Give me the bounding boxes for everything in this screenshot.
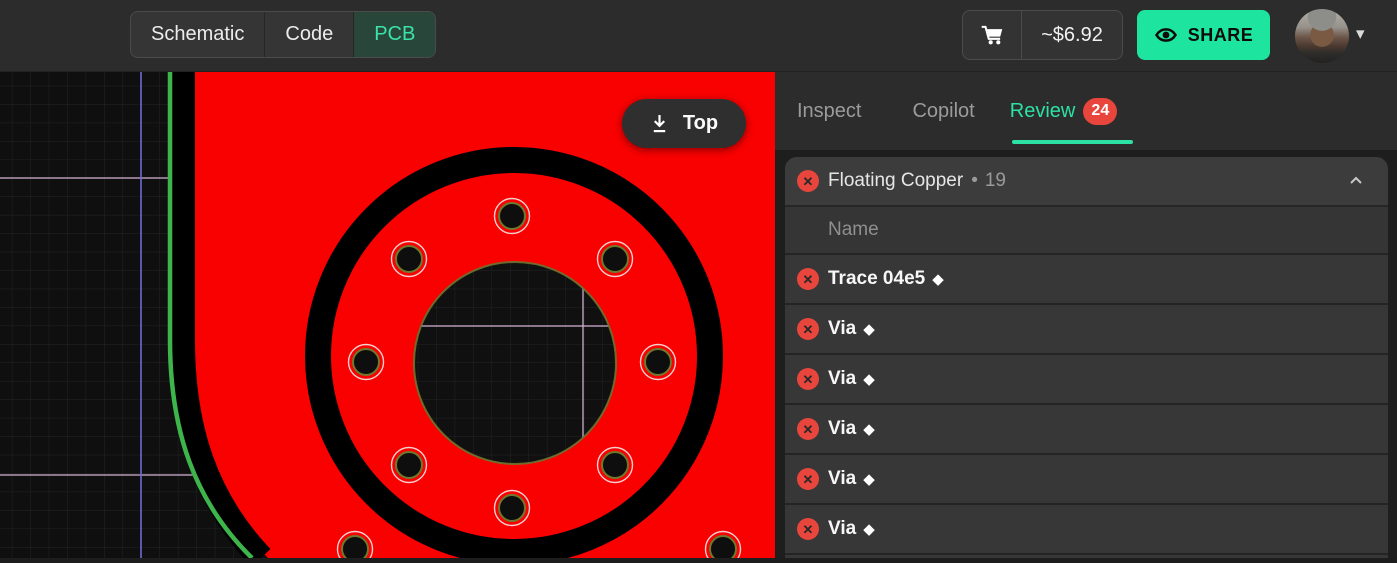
issue-row-label: Trace 04e5 (828, 268, 925, 290)
tab-copilot[interactable]: Copilot (912, 100, 974, 123)
diamond-icon: ◆ (863, 420, 875, 438)
tab-pcb[interactable]: PCB (353, 12, 435, 57)
issue-row-via[interactable]: ✕ Via ◆ (785, 503, 1388, 553)
layer-button-label: Top (683, 112, 718, 135)
panel-tab-bar: Inspect Copilot Review 24 (775, 72, 1397, 150)
via (641, 345, 676, 380)
via (495, 199, 530, 234)
issue-group-header[interactable]: ✕ Floating Copper • 19 (785, 157, 1388, 205)
diamond-icon: ◆ (932, 270, 944, 288)
issue-row-via[interactable]: ✕ Via ◆ (785, 453, 1388, 503)
tab-inspect[interactable]: Inspect (797, 100, 861, 123)
caret-down-icon[interactable]: ▾ (1356, 24, 1365, 44)
error-icon: ✕ (797, 170, 819, 192)
issue-row-label: Via (828, 368, 856, 390)
issue-row-via[interactable]: ✕ Via ◆ (785, 403, 1388, 453)
issue-row-via[interactable]: ✕ Via ◆ (785, 303, 1388, 353)
tab-review-label: Review (1010, 100, 1076, 123)
cart-price-group[interactable]: ~$6.92 (962, 10, 1123, 60)
chevron-up-icon[interactable] (1348, 173, 1364, 189)
issue-group-title: Floating Copper (828, 170, 963, 192)
layer-select-button[interactable]: Top (622, 99, 746, 148)
estimated-price: ~$6.92 (1022, 11, 1122, 59)
eye-icon (1154, 23, 1178, 47)
issue-row-via[interactable]: ✕ Via ◆ (785, 553, 1388, 558)
tab-schematic[interactable]: Schematic (131, 12, 264, 57)
review-issue-card: ✕ Floating Copper • 19 Name ✕ Trace 04e5… (785, 157, 1388, 558)
error-icon: ✕ (797, 268, 819, 290)
cart-button[interactable] (963, 11, 1022, 59)
error-icon: ✕ (797, 418, 819, 440)
via (349, 345, 384, 380)
issue-row-label: Via (828, 318, 856, 340)
issue-row-label: Via (828, 518, 856, 540)
top-bar: Schematic Code PCB ~$6.92 SHARE ▾ (0, 0, 1397, 72)
share-label: SHARE (1188, 25, 1254, 46)
via (495, 491, 530, 526)
issue-group-separator: • (971, 170, 978, 192)
board-cutout-hole (414, 262, 616, 464)
share-button[interactable]: SHARE (1137, 10, 1270, 60)
error-icon: ✕ (797, 368, 819, 390)
view-tab-group: Schematic Code PCB (130, 11, 436, 58)
tab-review[interactable]: Review 24 (1010, 98, 1118, 125)
diamond-icon: ◆ (863, 370, 875, 388)
download-icon (650, 113, 669, 134)
column-header-name: Name (785, 205, 1388, 253)
via (598, 242, 633, 277)
error-icon: ✕ (797, 318, 819, 340)
review-count-badge: 24 (1083, 98, 1117, 125)
error-icon: ✕ (797, 468, 819, 490)
via (392, 242, 427, 277)
issue-row-trace[interactable]: ✕ Trace 04e5 ◆ (785, 253, 1388, 303)
avatar[interactable] (1295, 9, 1349, 63)
error-icon: ✕ (797, 518, 819, 540)
active-tab-underline (1012, 140, 1133, 144)
issue-row-label: Via (828, 468, 856, 490)
diamond-icon: ◆ (863, 320, 875, 338)
issue-group-count: 19 (985, 170, 1006, 192)
issue-row-via[interactable]: ✕ Via ◆ (785, 353, 1388, 403)
via (392, 448, 427, 483)
cart-icon (979, 22, 1005, 48)
issue-row-label: Via (828, 418, 856, 440)
diamond-icon: ◆ (863, 470, 875, 488)
right-panel: Inspect Copilot Review 24 ✕ Floating Cop… (775, 72, 1397, 558)
via (598, 448, 633, 483)
diamond-icon: ◆ (863, 520, 875, 538)
tab-code[interactable]: Code (264, 12, 353, 57)
